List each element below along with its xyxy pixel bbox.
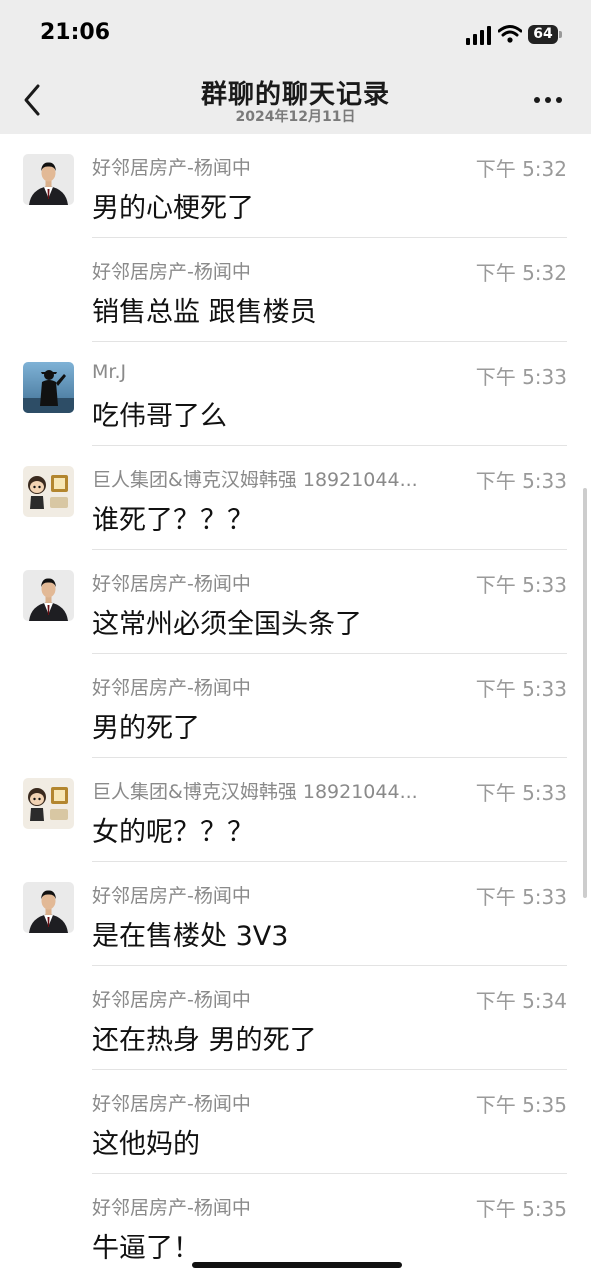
message-time: 下午 5:35 xyxy=(475,1197,567,1221)
message-time: 下午 5:33 xyxy=(475,573,567,597)
scrollbar-thumb[interactable] xyxy=(583,488,587,898)
message-item[interactable]: 好邻居房产-杨闻中 下午 5:33 这常州必须全国头条了 xyxy=(0,550,591,654)
message-item[interactable]: 好邻居房产-杨闻中 下午 5:34 还在热身 男的死了 xyxy=(0,966,591,1070)
message-sender: 巨人集团&博克汉姆韩强 18921044... xyxy=(92,469,418,491)
cellular-signal-icon xyxy=(466,26,491,45)
avatar[interactable] xyxy=(23,570,74,621)
page-subtitle-date: 2024年12月11日 xyxy=(235,109,356,125)
message-text: 女的呢？？？ xyxy=(92,817,254,848)
message-time: 下午 5:32 xyxy=(475,157,567,181)
message-text: 男的死了 xyxy=(92,713,200,744)
wifi-icon xyxy=(498,25,522,43)
message-sender: 好邻居房产-杨闻中 xyxy=(92,885,251,907)
message-sender: 好邻居房产-杨闻中 xyxy=(92,1093,251,1115)
message-text: 还在热身 男的死了 xyxy=(92,1025,317,1056)
dot xyxy=(545,97,551,103)
message-item[interactable]: 巨人集团&博克汉姆韩强 18921044... 下午 5:33 女的呢？？？ xyxy=(0,758,591,862)
message-time: 下午 5:33 xyxy=(475,677,567,701)
message-time: 下午 5:33 xyxy=(475,469,567,493)
message-text: 谁死了？？？ xyxy=(92,505,254,536)
message-text: 销售总监 跟售楼员 xyxy=(92,297,317,328)
message-item[interactable]: 好邻居房产-杨闻中 下午 5:32 男的心梗死了 xyxy=(0,134,591,238)
message-item[interactable]: Mr.J 下午 5:33 吃伟哥了么 xyxy=(0,342,591,446)
message-text: 是在售楼处 3V3 xyxy=(92,921,289,952)
message-item[interactable]: 好邻居房产-杨闻中 下午 5:33 男的死了 xyxy=(0,654,591,758)
message-sender: 好邻居房产-杨闻中 xyxy=(92,1197,251,1219)
battery-tip xyxy=(559,31,562,38)
avatar[interactable] xyxy=(23,466,74,517)
home-indicator[interactable] xyxy=(192,1262,402,1268)
message-text: 男的心梗死了 xyxy=(92,193,254,224)
avatar[interactable] xyxy=(23,362,74,413)
message-time: 下午 5:33 xyxy=(475,885,567,909)
dot xyxy=(556,97,562,103)
status-time: 21:06 xyxy=(40,20,111,45)
message-sender: 好邻居房产-杨闻中 xyxy=(92,573,251,595)
message-item[interactable]: 好邻居房产-杨闻中 下午 5:33 是在售楼处 3V3 xyxy=(0,862,591,966)
avatar[interactable] xyxy=(23,882,74,933)
status-bar: 21:06 64 xyxy=(0,0,591,70)
message-sender: 好邻居房产-杨闻中 xyxy=(92,157,251,179)
message-sender: 好邻居房产-杨闻中 xyxy=(92,677,251,699)
message-text: 这他妈的 xyxy=(92,1129,200,1160)
message-time: 下午 5:33 xyxy=(475,365,567,389)
dot xyxy=(534,97,540,103)
avatar[interactable] xyxy=(23,154,74,205)
message-time: 下午 5:32 xyxy=(475,261,567,285)
message-sender: 好邻居房产-杨闻中 xyxy=(92,261,251,283)
message-time: 下午 5:34 xyxy=(475,989,567,1013)
nav-bar: 群聊的聊天记录 2024年12月11日 xyxy=(0,70,591,134)
message-list: 好邻居房产-杨闻中 下午 5:32 男的心梗死了 好邻居房产-杨闻中 下午 5:… xyxy=(0,134,591,1278)
header-area: 21:06 64 群聊的聊天记录 2024年12月11日 xyxy=(0,0,591,134)
avatar[interactable] xyxy=(23,778,74,829)
message-item[interactable]: 好邻居房产-杨闻中 下午 5:32 销售总监 跟售楼员 xyxy=(0,238,591,342)
message-item[interactable]: 巨人集团&博克汉姆韩强 18921044... 下午 5:33 谁死了？？？ xyxy=(0,446,591,550)
battery-icon: 64 xyxy=(528,25,558,44)
message-sender: Mr.J xyxy=(92,361,127,383)
message-text: 吃伟哥了么 xyxy=(92,401,227,432)
message-time: 下午 5:35 xyxy=(475,1093,567,1117)
message-sender: 巨人集团&博克汉姆韩强 18921044... xyxy=(92,781,418,803)
more-dots-icon[interactable] xyxy=(528,88,568,112)
message-text: 这常州必须全国头条了 xyxy=(92,609,362,640)
message-item[interactable]: 好邻居房产-杨闻中 下午 5:35 这他妈的 xyxy=(0,1070,591,1174)
message-time: 下午 5:33 xyxy=(475,781,567,805)
message-sender: 好邻居房产-杨闻中 xyxy=(92,989,251,1011)
message-text: 牛逼了！ xyxy=(92,1233,200,1264)
